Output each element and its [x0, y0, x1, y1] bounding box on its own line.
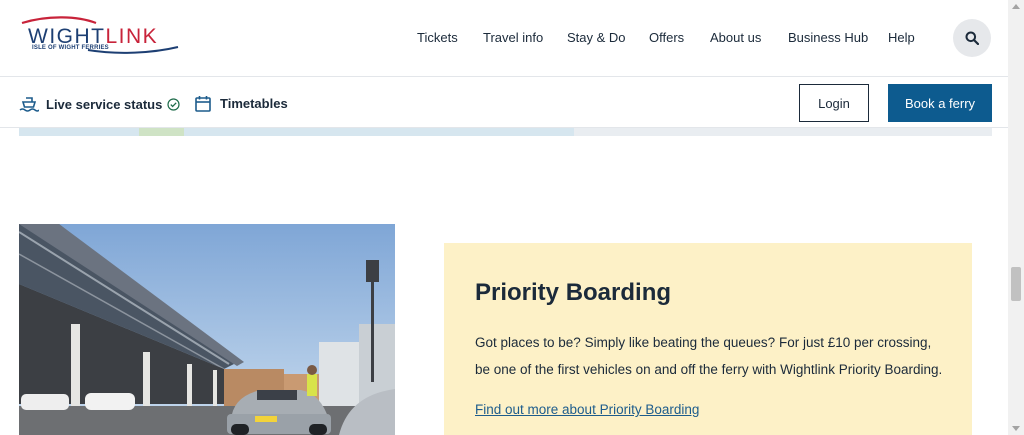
timetables-label: Timetables [220, 96, 288, 111]
nav-item-stay-do[interactable]: Stay & Do [567, 30, 626, 45]
nav-item-travel-info[interactable]: Travel info [483, 30, 543, 45]
page-scrollbar[interactable] [1008, 0, 1024, 435]
card-body: Got places to be? Simply like beating th… [475, 335, 943, 377]
nav-item-tickets[interactable]: Tickets [417, 30, 458, 45]
card-title: Priority Boarding [475, 279, 672, 306]
ferry-icon [19, 97, 39, 112]
calendar-icon [195, 96, 211, 112]
map-preview-edge [19, 128, 992, 136]
priority-boarding-card: Priority Boarding Got places to be? Simp… [444, 243, 972, 435]
map-land [139, 128, 184, 136]
search-button[interactable] [953, 19, 991, 57]
priority-boarding-link[interactable]: Find out more about Priority Boarding [475, 402, 699, 417]
site-header: WIGHTLINK ISLE OF WIGHT FERRIES Tickets … [0, 0, 1008, 77]
live-service-status-label: Live service status [46, 96, 163, 112]
priority-boarding-photo [19, 224, 395, 435]
nav-item-offers[interactable]: Offers [649, 30, 684, 45]
wightlink-logo[interactable]: WIGHTLINK ISLE OF WIGHT FERRIES [18, 14, 183, 58]
nav-item-business-hub[interactable]: Business Hub [788, 30, 868, 45]
check-circle-icon [167, 97, 180, 111]
map-water [19, 128, 574, 136]
ferry-terminal-illustration [19, 224, 395, 435]
utility-bar: Live service status Timetables Login Boo… [0, 78, 1008, 128]
logo-tagline: ISLE OF WIGHT FERRIES [32, 45, 109, 51]
timetables-link[interactable]: Timetables [195, 95, 288, 112]
nav-item-about-us[interactable]: About us [710, 30, 761, 45]
search-icon [965, 31, 979, 45]
book-a-ferry-button[interactable]: Book a ferry [888, 84, 992, 122]
scroll-up-arrow-icon[interactable] [1012, 4, 1020, 9]
scrollbar-thumb[interactable] [1011, 267, 1021, 301]
nav-item-help[interactable]: Help [888, 30, 915, 45]
live-service-status-link[interactable]: Live service status [19, 95, 180, 113]
logo-word-link: LINK [105, 25, 159, 48]
login-button[interactable]: Login [799, 84, 869, 122]
scroll-down-arrow-icon[interactable] [1012, 426, 1020, 431]
